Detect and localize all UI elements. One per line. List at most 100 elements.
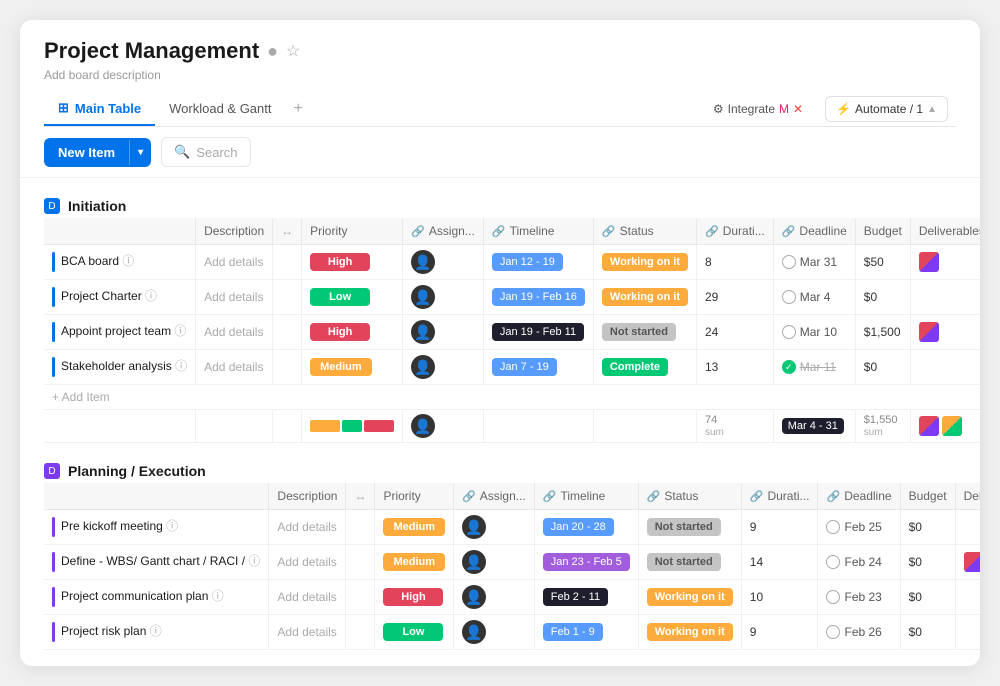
row-status[interactable]: Working on it [638, 615, 741, 650]
row-deadline[interactable]: Feb 26 [818, 615, 900, 650]
info-icon[interactable]: ⓘ [248, 554, 260, 568]
row-description[interactable]: Add details [269, 580, 346, 615]
budget-value: $0 [864, 290, 877, 304]
row-description[interactable]: Add details [269, 615, 346, 650]
add-item-button[interactable]: + Add Item [44, 385, 980, 410]
row-timeline[interactable]: Jan 19 - Feb 16 [483, 280, 593, 315]
info-icon[interactable]: ⓘ [212, 589, 224, 603]
row-status[interactable]: Not started [638, 510, 741, 545]
row-deliverables[interactable] [955, 510, 980, 545]
link-icon-deadline-p: 🔗 [826, 490, 840, 503]
tab-add-button[interactable]: + [286, 92, 311, 126]
row-assignee[interactable]: 👤 [403, 315, 484, 350]
row-deliverables[interactable] [910, 245, 980, 280]
row-priority[interactable]: Low [375, 615, 454, 650]
row-status[interactable]: Working on it [593, 280, 696, 315]
row-deliverables[interactable] [910, 315, 980, 350]
row-priority[interactable]: Medium [375, 545, 454, 580]
deadline-text: Feb 25 [844, 520, 881, 534]
row-priority[interactable]: High [302, 245, 403, 280]
row-timeline[interactable]: Jan 19 - Feb 11 [483, 315, 593, 350]
tabs-left: ⊞ Main Table Workload & Gantt + [44, 92, 311, 126]
row-deliverables[interactable] [910, 350, 980, 385]
row-deadline[interactable]: Feb 24 [818, 545, 900, 580]
info-icon[interactable]: ⓘ [166, 519, 178, 533]
row-status[interactable]: Working on it [593, 245, 696, 280]
col-duration-initiation: 🔗 Durati... [697, 218, 774, 245]
budget-value: $0 [909, 555, 922, 569]
row-deliverables[interactable] [910, 280, 980, 315]
info-icon[interactable]: ⓘ [122, 254, 134, 268]
row-description[interactable]: Add details [269, 510, 346, 545]
row-timeline[interactable]: Jan 23 - Feb 5 [534, 545, 638, 580]
row-indicator [52, 517, 55, 537]
row-timeline[interactable]: Jan 7 - 19 [483, 350, 593, 385]
row-deadline[interactable]: Feb 23 [818, 580, 900, 615]
row-assignee[interactable]: 👤 [403, 245, 484, 280]
col-name-planning [44, 483, 269, 510]
row-priority[interactable]: High [375, 580, 454, 615]
add-board-description[interactable]: Add board description [44, 68, 956, 82]
new-item-button[interactable]: New Item ▾ [44, 138, 151, 167]
info-icon[interactable]: ⓘ [174, 324, 186, 338]
row-duration: 14 [741, 545, 818, 580]
row-priority[interactable]: Low [302, 280, 403, 315]
integrate-action[interactable]: ⚙ Integrate M ✕ [705, 98, 811, 120]
row-deadline[interactable]: ✓Mar 11 [773, 350, 855, 385]
col-deadline-initiation: 🔗 Deadline [773, 218, 855, 245]
row-status[interactable]: Complete [593, 350, 696, 385]
row-status[interactable]: Not started [593, 315, 696, 350]
new-item-dropdown-arrow[interactable]: ▾ [129, 140, 151, 165]
col-status-initiation: 🔗 Status [593, 218, 696, 245]
duration-value: 29 [705, 290, 718, 304]
row-description[interactable]: Add details [269, 545, 346, 580]
tab-workload-gantt[interactable]: Workload & Gantt [155, 93, 285, 126]
search-box[interactable]: 🔍 Search [161, 137, 250, 167]
star-icon[interactable]: ☆ [286, 41, 300, 61]
row-deadline[interactable]: Feb 25 [818, 510, 900, 545]
row-empty [346, 580, 375, 615]
deliverable-thumb [919, 322, 939, 342]
deadline-text: Mar 10 [800, 325, 837, 339]
row-empty [273, 315, 302, 350]
table-row: Define - WBS/ Gantt chart / RACI / ⓘAdd … [44, 545, 980, 580]
row-status[interactable]: Not started [638, 545, 741, 580]
row-deliverables[interactable] [955, 580, 980, 615]
row-assignee[interactable]: 👤 [403, 280, 484, 315]
budget-value: $1,500 [864, 325, 901, 339]
automate-button[interactable]: ⚡ Automate / 1 ▲ [825, 96, 948, 122]
row-assignee[interactable]: 👤 [454, 510, 535, 545]
col-priority-initiation: Priority [302, 218, 403, 245]
row-description[interactable]: Add details [196, 280, 273, 315]
row-indicator [52, 357, 55, 377]
info-icon[interactable]: ⓘ [150, 624, 162, 638]
row-timeline[interactable]: Jan 12 - 19 [483, 245, 593, 280]
row-description[interactable]: Add details [196, 350, 273, 385]
row-priority[interactable]: Medium [375, 510, 454, 545]
row-deadline[interactable]: Mar 4 [773, 280, 855, 315]
row-name-cell: Pre kickoff meeting ⓘ [44, 510, 269, 545]
row-timeline[interactable]: Feb 1 - 9 [534, 615, 638, 650]
row-assignee[interactable]: 👤 [454, 545, 535, 580]
tab-main-table[interactable]: ⊞ Main Table [44, 92, 155, 126]
project-title: Project Management [44, 38, 259, 64]
row-status[interactable]: Working on it [638, 580, 741, 615]
priority-badge: Low [383, 623, 443, 641]
row-assignee[interactable]: 👤 [454, 580, 535, 615]
row-priority[interactable]: Medium [302, 350, 403, 385]
info-icon[interactable]: ⓘ [145, 289, 157, 303]
info-icon[interactable]: ⓘ [175, 359, 187, 373]
row-description[interactable]: Add details [196, 315, 273, 350]
row-timeline[interactable]: Jan 20 - 28 [534, 510, 638, 545]
row-priority[interactable]: High [302, 315, 403, 350]
row-timeline[interactable]: Feb 2 - 11 [534, 580, 638, 615]
table-row: Project Charter ⓘAdd detailsLow👤Jan 19 -… [44, 280, 980, 315]
row-assignee[interactable]: 👤 [454, 615, 535, 650]
row-deliverables[interactable] [955, 545, 980, 580]
row-assignee[interactable]: 👤 [403, 350, 484, 385]
row-deadline[interactable]: Mar 31 [773, 245, 855, 280]
row-description[interactable]: Add details [196, 245, 273, 280]
row-deliverables[interactable] [955, 615, 980, 650]
add-item-row[interactable]: + Add Item [44, 385, 980, 410]
row-deadline[interactable]: Mar 10 [773, 315, 855, 350]
